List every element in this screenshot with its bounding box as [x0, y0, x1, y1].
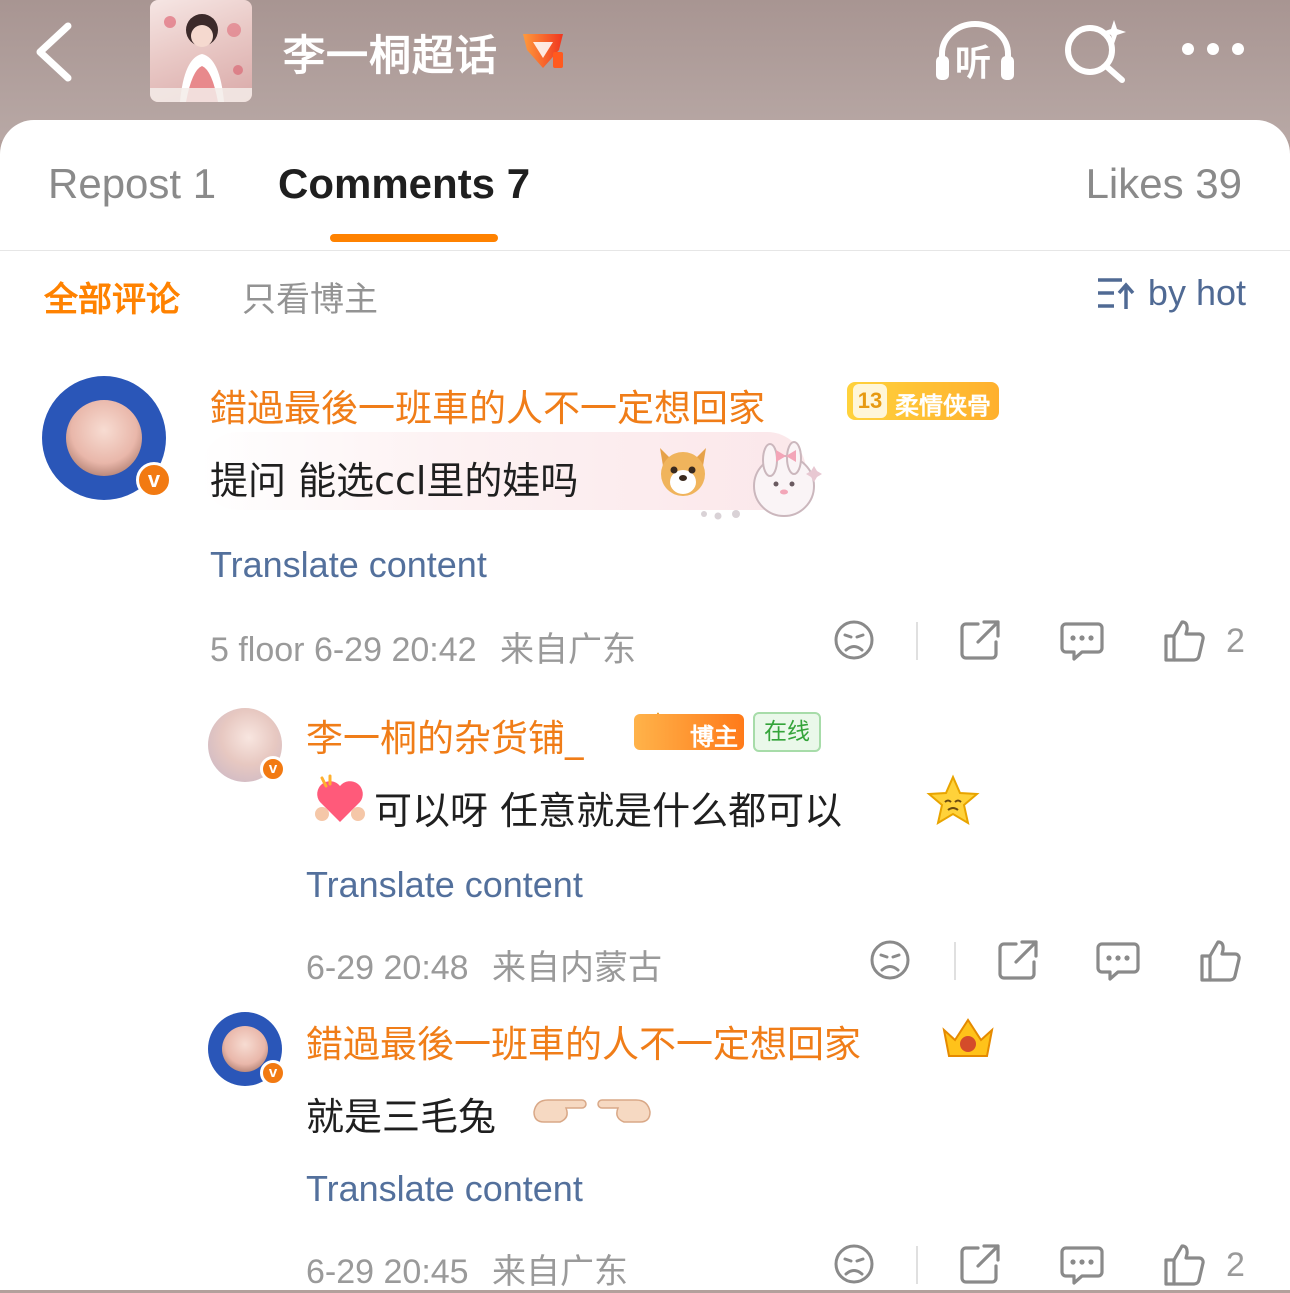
divider — [916, 622, 918, 660]
author-tag: 博主 — [634, 714, 744, 751]
like-icon[interactable] — [1162, 1242, 1206, 1286]
sort-button[interactable]: by hot — [1096, 272, 1246, 314]
listen-label: 听 — [955, 43, 992, 84]
tab-repost[interactable]: Repost 1 — [48, 160, 216, 208]
filter-author-only[interactable]: 只看博主 — [242, 272, 378, 321]
level-badge: 13 柔情侠骨 — [847, 382, 999, 420]
divider — [954, 942, 956, 980]
comment-text: 可以呀 任意就是什么都可以 — [374, 789, 843, 833]
username[interactable]: 錯過最後一班車的人不一定想回家 — [306, 1014, 861, 1068]
comment-meta: 6-29 20:48 来自内蒙古 — [306, 940, 662, 989]
heart-emoji-icon — [315, 774, 365, 822]
more-dots-icon[interactable] — [1180, 38, 1246, 60]
like-icon[interactable] — [1162, 618, 1206, 662]
avatar[interactable]: v — [208, 708, 286, 782]
bunny-sticker-icon — [701, 441, 822, 520]
translate-link[interactable]: Translate content — [306, 1168, 583, 1210]
location: 来自广东 — [499, 630, 636, 670]
share-icon[interactable] — [958, 618, 1002, 662]
tab-comments[interactable]: Comments 7 — [278, 160, 530, 208]
top-bar: 李一桐超话 听 — [0, 0, 1290, 140]
like-icon[interactable] — [1198, 938, 1242, 982]
comment-text: 就是三毛兔 — [306, 1095, 497, 1139]
reply-icon[interactable] — [1096, 938, 1140, 982]
reply-icon[interactable] — [1060, 1242, 1104, 1286]
dislike-icon[interactable] — [868, 938, 912, 982]
star-emoji-icon — [926, 774, 980, 826]
divider — [0, 250, 1290, 251]
comments-sheet: Repost 1 Comments 7 Likes 39 全部评论 只看博主 b… — [0, 120, 1290, 1293]
listen-button[interactable]: 听 — [934, 20, 1016, 84]
crown-icon — [942, 1018, 994, 1057]
share-icon[interactable] — [958, 1242, 1002, 1286]
super-topic-badge-icon — [523, 34, 563, 68]
dislike-icon[interactable] — [832, 618, 876, 662]
comment-meta: 6-29 20:45 来自广东 — [306, 1244, 628, 1293]
timestamp: 6-29 20:45 — [306, 1253, 469, 1291]
reply-icon[interactable] — [1060, 618, 1104, 662]
sort-icon — [1097, 278, 1135, 309]
translate-link[interactable]: Translate content — [210, 544, 487, 586]
divider — [916, 1246, 918, 1284]
sort-label: by hot — [1147, 272, 1246, 313]
like-count: 2 — [1226, 1246, 1245, 1284]
comment-text: 提问 能选ccl里的娃吗 — [210, 459, 579, 503]
share-icon[interactable] — [996, 938, 1040, 982]
verified-badge-icon: v — [136, 462, 172, 498]
filter-all-comments[interactable]: 全部评论 — [44, 272, 180, 321]
dislike-icon[interactable] — [832, 1242, 876, 1286]
online-tag: 在线 — [753, 712, 821, 752]
floor-time: 5 floor 6-29 20:42 — [210, 631, 477, 669]
username[interactable]: 李一桐的杂货铺_ — [306, 708, 584, 762]
avatar[interactable]: v — [208, 1012, 286, 1086]
verified-badge-icon: v — [260, 756, 286, 782]
level-title: 柔情侠骨 — [895, 392, 991, 420]
tab-likes[interactable]: Likes 39 — [1086, 160, 1242, 208]
comment-meta: 5 floor 6-29 20:42 来自广东 — [210, 622, 636, 671]
avatar[interactable]: v — [42, 376, 172, 500]
like-count: 2 — [1226, 622, 1245, 660]
translate-link[interactable]: Translate content — [306, 864, 583, 906]
location: 来自广东 — [492, 1252, 629, 1292]
timestamp: 6-29 20:48 — [306, 949, 469, 987]
author-tag-label: 博主 — [690, 723, 738, 751]
username[interactable]: 錯過最後一班車的人不一定想回家 — [210, 378, 765, 432]
location: 来自内蒙古 — [492, 948, 663, 988]
chevron-left-icon[interactable] — [32, 22, 78, 82]
topic-title[interactable]: 李一桐超话 — [283, 22, 498, 83]
verified-badge-icon: v — [260, 1060, 286, 1086]
level-number: 13 — [853, 384, 887, 418]
search-sparkle-icon[interactable] — [1062, 18, 1128, 84]
topic-cover-image[interactable] — [150, 0, 252, 102]
active-tab-indicator — [330, 234, 498, 242]
pointing-hands-icon — [533, 1099, 651, 1123]
